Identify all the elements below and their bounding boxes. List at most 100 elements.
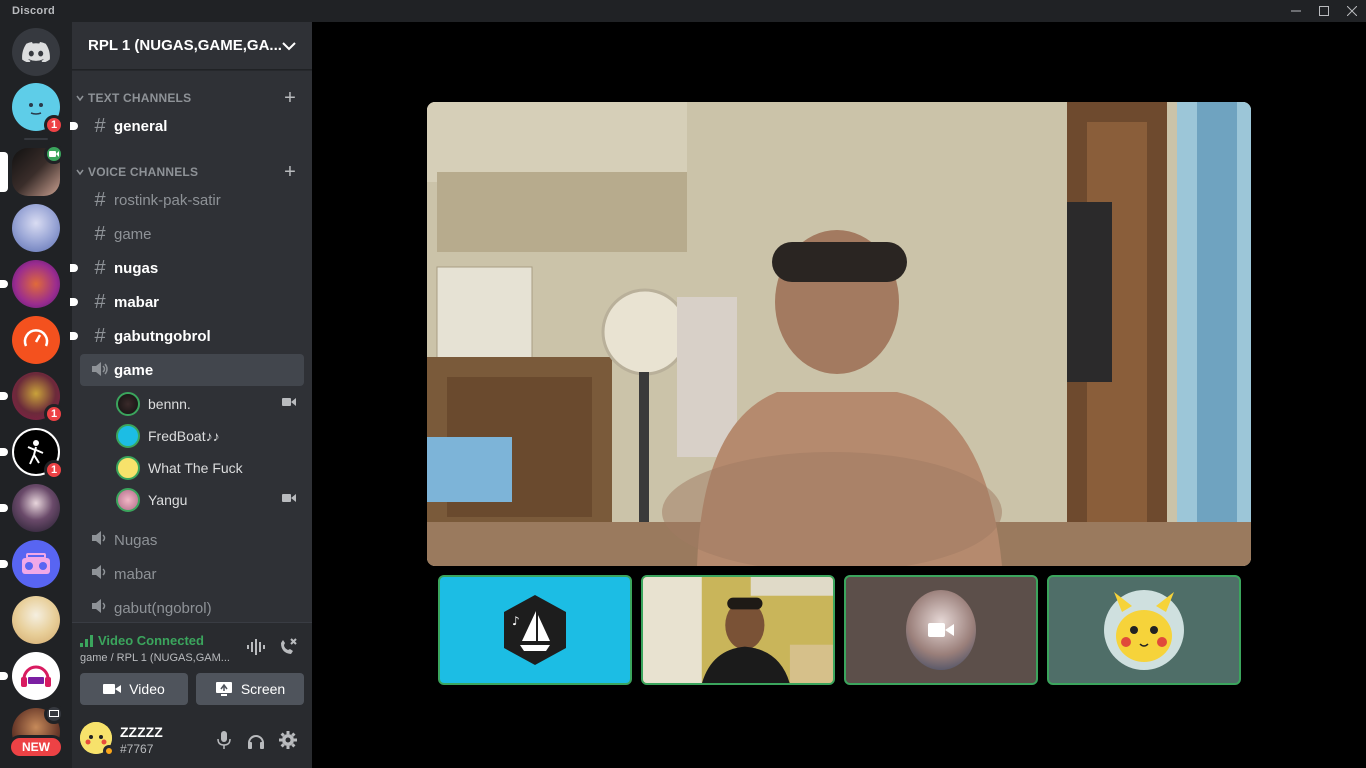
category-label: VOICE CHANNELS <box>88 165 199 179</box>
gear-icon <box>279 731 297 749</box>
dancer-icon <box>27 440 44 465</box>
home-button[interactable] <box>12 28 60 76</box>
voice-channel-nugas[interactable]: Nugas <box>80 524 304 556</box>
minimize-icon <box>1291 10 1301 12</box>
server-avatar-8[interactable] <box>0 540 60 588</box>
server-avatar-5[interactable]: 1 <box>0 372 64 424</box>
participant-tile-fredboat[interactable]: ♪ <box>438 575 632 685</box>
channel-gabutngobrol[interactable]: # gabutngobrol <box>70 320 304 352</box>
channel-name: game <box>114 361 154 379</box>
unread-pill <box>0 392 8 400</box>
channel-general[interactable]: # general <box>70 110 304 142</box>
server-avatar-4[interactable] <box>12 316 60 364</box>
channel-name: rostink-pak-satir <box>114 191 221 209</box>
selected-pill <box>0 152 8 192</box>
deafen-button[interactable] <box>242 726 270 754</box>
monitor-icon <box>49 710 59 717</box>
speaker-icon <box>88 529 112 552</box>
close-icon <box>1347 6 1357 16</box>
voice-channel-mabar[interactable]: mabar <box>80 558 304 590</box>
video-camera-icon <box>282 398 296 406</box>
connection-status[interactable]: Video Connected <box>80 633 204 648</box>
unread-dot <box>70 332 78 340</box>
hash-icon: # <box>94 324 106 347</box>
create-channel-button[interactable]: + <box>284 162 296 182</box>
disconnect-button[interactable] <box>274 633 302 661</box>
server-avatar-music[interactable] <box>0 652 60 700</box>
avatar <box>116 488 140 512</box>
voice-channel-game[interactable]: game <box>80 354 304 386</box>
main-video-feed[interactable] <box>427 102 1251 566</box>
hash-icon: # <box>94 222 106 245</box>
avatar <box>906 590 976 670</box>
video-camera-icon <box>282 494 296 502</box>
user-avatar[interactable] <box>80 722 115 757</box>
screen-share-label: Screen <box>240 681 286 697</box>
server-avatar-6[interactable]: 1 <box>0 428 64 480</box>
boombox-icon <box>22 553 50 574</box>
screen-share-icon <box>215 682 232 696</box>
create-channel-button[interactable]: + <box>284 88 296 108</box>
noise-suppression-button[interactable] <box>242 633 270 661</box>
connection-status-text: Video Connected <box>98 633 204 648</box>
server-avatar-9[interactable] <box>12 596 60 644</box>
video-off-camera-icon <box>928 623 954 637</box>
webcam-feed <box>427 102 1251 566</box>
category-voice-channels[interactable]: VOICE CHANNELS + <box>72 162 312 182</box>
channel-mabar[interactable]: # mabar <box>70 286 304 318</box>
voice-user-name: What The Fuck <box>148 460 243 476</box>
channel-name: general <box>114 117 168 135</box>
voice-user-fredboat[interactable]: FredBoat♪♪ <box>116 421 304 451</box>
server-rpl1[interactable] <box>0 144 64 196</box>
chevron-down-icon <box>76 169 84 176</box>
video-button[interactable]: Video <box>80 673 188 705</box>
voice-channel-gabut-ngobrol[interactable]: gabut(ngobrol) <box>80 592 304 624</box>
voice-user-what-the-fuck[interactable]: What The Fuck <box>116 453 304 483</box>
avatar <box>116 392 140 416</box>
unread-pill <box>0 280 8 288</box>
idle-status-dot <box>103 745 115 757</box>
server-avatar-2[interactable] <box>12 204 60 252</box>
app-name: Discord <box>12 5 56 17</box>
connection-channel[interactable]: game / RPL 1 (NUGAS,GAM... <box>80 652 236 664</box>
server-avatar-7[interactable] <box>0 484 60 532</box>
guild-header[interactable]: RPL 1 (NUGAS,GAME,GA... <box>72 22 312 70</box>
server-list: 1 1 1 NEW <box>0 22 72 768</box>
voice-user-name: bennn. <box>148 396 191 412</box>
participant-tile-bennn[interactable] <box>641 575 835 685</box>
hash-icon: # <box>94 188 106 211</box>
speaker-icon <box>88 597 112 620</box>
video-button-label: Video <box>129 681 165 697</box>
screen-share-button[interactable]: Screen <box>196 673 304 705</box>
video-camera-icon <box>103 684 122 694</box>
channel-nugas[interactable]: # nugas <box>70 252 304 284</box>
unread-pill <box>0 504 8 512</box>
mute-button[interactable] <box>210 726 238 754</box>
new-badge: NEW <box>8 735 64 759</box>
hash-icon: # <box>94 114 106 137</box>
voice-user-name: Yangu <box>148 492 188 508</box>
channel-name: gabut(ngobrol) <box>114 599 212 617</box>
unread-dot <box>70 264 78 272</box>
close-button[interactable] <box>1338 0 1366 22</box>
participant-tile-what-the-fuck[interactable] <box>1047 575 1241 685</box>
speaker-icon <box>88 563 112 586</box>
minimize-button[interactable] <box>1282 0 1310 22</box>
server-avatar-3[interactable] <box>0 260 60 308</box>
category-text-channels[interactable]: TEXT CHANNELS + <box>72 88 312 108</box>
maximize-button[interactable] <box>1310 0 1338 22</box>
channel-rostink-pak-satir[interactable]: # rostink-pak-satir <box>80 184 304 216</box>
unread-pill <box>0 448 8 456</box>
pikachu-avatar-icon <box>1104 590 1184 670</box>
voice-user-bennn[interactable]: bennn. <box>116 389 304 419</box>
participant-tile-yangu[interactable] <box>844 575 1038 685</box>
dm-avatar[interactable]: 1 <box>12 83 64 135</box>
channel-name: game <box>114 225 152 243</box>
user-settings-button[interactable] <box>274 726 302 754</box>
hash-icon: # <box>94 256 106 279</box>
channel-game-text[interactable]: # game <box>80 218 304 250</box>
channel-sidebar: RPL 1 (NUGAS,GAME,GA... TEXT CHANNELS + … <box>70 22 312 768</box>
voice-user-yangu[interactable]: Yangu <box>116 485 304 515</box>
channel-name: nugas <box>114 259 159 277</box>
channel-name: mabar <box>114 565 157 583</box>
